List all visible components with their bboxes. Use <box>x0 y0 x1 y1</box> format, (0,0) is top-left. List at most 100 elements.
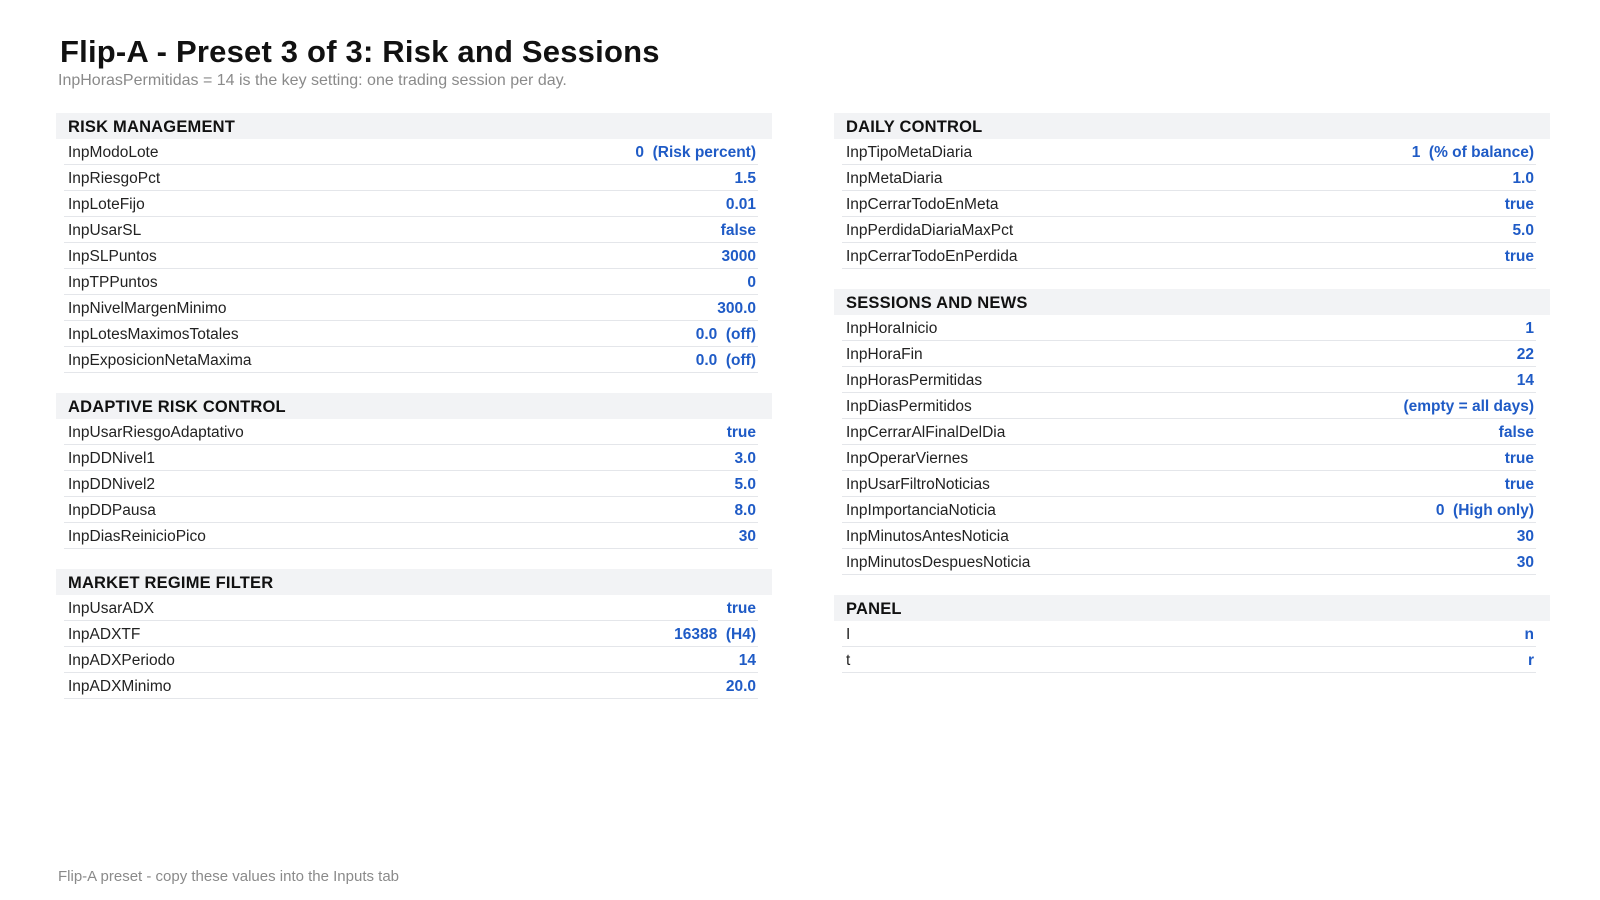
param-name: InpTPPuntos <box>68 274 158 291</box>
param-row: InpCerrarAlFinalDelDia false <box>842 419 1536 445</box>
param-value: 3.0 <box>734 450 756 467</box>
param-value: 30 <box>1516 554 1534 571</box>
param-row: InpCerrarTodoEnPerdida true <box>842 243 1536 269</box>
section-header: SESSIONS AND NEWS <box>834 289 1550 315</box>
param-name: InpOperarViernes <box>846 450 969 467</box>
param-row: InpTipoMetaDiaria 1 (% of balance) <box>842 139 1536 165</box>
param-row: InpADXMinimo 20.0 <box>64 673 758 699</box>
param-value: false <box>1498 424 1534 441</box>
param-name: InpDDNivel1 <box>68 450 156 467</box>
param-value: 1 <box>1525 320 1534 337</box>
param-name: InpMetaDiaria <box>846 170 943 187</box>
param-value: 0 <box>747 274 756 291</box>
param-row: InpDiasPermitidos (empty = all days) <box>842 393 1536 419</box>
param-row: InpUsarFiltroNoticias true <box>842 471 1536 497</box>
param-name: InpTipoMetaDiaria <box>846 144 973 161</box>
param-row: InpCerrarTodoEnMeta true <box>842 191 1536 217</box>
param-row: InpUsarRiesgoAdaptativo true <box>64 419 758 445</box>
param-name: InpCerrarTodoEnPerdida <box>846 248 1018 265</box>
param-value: 22 <box>1516 346 1534 363</box>
param-row: InpNivelMargenMinimo 300.0 <box>64 295 758 321</box>
param-name: InpCerrarTodoEnMeta <box>846 196 999 213</box>
param-row: InpModoLote 0 (Risk percent) <box>64 139 758 165</box>
section-market-regime-filter: MARKET REGIME FILTER InpUsarADX true InpADX… <box>56 569 772 699</box>
section-sessions-and-news: SESSIONS AND NEWS InpHoraInicio 1 InpHoraFi… <box>834 289 1550 575</box>
param-name: InpHoraFin <box>846 346 923 363</box>
param-value: false <box>720 222 756 239</box>
param-name: InpUsarFiltroNoticias <box>846 476 990 493</box>
param-name: InpMinutosAntesNoticia <box>846 528 1009 545</box>
param-value: 300.0 <box>717 300 756 317</box>
param-row: InpRiesgoPct 1.5 <box>64 165 758 191</box>
param-row: InpADXTF 16388 (H4) <box>64 621 758 647</box>
param-name: InpADXTF <box>68 626 141 643</box>
param-value: 8.0 <box>734 502 756 519</box>
param-row: InpUsarSL false <box>64 217 758 243</box>
param-value: 5.0 <box>734 476 756 493</box>
param-value: r <box>1527 652 1534 669</box>
param-value: true <box>1504 248 1534 265</box>
param-name: InpHorasPermitidas <box>846 372 983 389</box>
param-value: 14 <box>1516 372 1534 389</box>
section-header: DAILY CONTROL <box>834 113 1550 139</box>
param-name: InpPerdidaDiariaMaxPct <box>846 222 1014 239</box>
page-title: Flip-A - Preset 3 of 3: Risk and Session… <box>60 34 660 69</box>
param-row: InpLoteFijo 0.01 <box>64 191 758 217</box>
param-name: InpRiesgoPct <box>68 170 161 187</box>
left-column: RISK MANAGEMENT InpModoLote 0 (Risk percen… <box>56 113 772 719</box>
section-header: PANEL <box>834 595 1550 621</box>
param-value: 16388 (H4) <box>674 626 756 643</box>
section-header: MARKET REGIME FILTER <box>56 569 772 595</box>
right-column: DAILY CONTROL InpTipoMetaDiaria 1 (% of ba… <box>834 113 1550 693</box>
param-name: InpSLPuntos <box>68 248 157 265</box>
param-name: InpLoteFijo <box>68 196 145 213</box>
param-value: 1.0 <box>1512 170 1534 187</box>
param-row: InpDDNivel2 5.0 <box>64 471 758 497</box>
section-header: RISK MANAGEMENT <box>56 113 772 139</box>
param-value: true <box>1504 450 1534 467</box>
param-name: InpUsarSL <box>68 222 142 239</box>
param-value: true <box>726 600 756 617</box>
param-name: InpADXMinimo <box>68 678 172 695</box>
param-value: true <box>1504 196 1534 213</box>
param-name: InpExposicionNetaMaxima <box>68 352 252 369</box>
param-row: InpDiasReinicioPico 30 <box>64 523 758 549</box>
param-name: InpDiasReinicioPico <box>68 528 206 545</box>
param-row: InpOperarViernes true <box>842 445 1536 471</box>
param-row: InpMetaDiaria 1.0 <box>842 165 1536 191</box>
param-name: InpDDPausa <box>68 502 156 519</box>
param-value: 0.0 (off) <box>695 352 756 369</box>
page-subtitle: InpHorasPermitidas = 14 is the key setti… <box>58 72 567 89</box>
param-name: I <box>846 626 851 643</box>
section-risk-management: RISK MANAGEMENT InpModoLote 0 (Risk percen… <box>56 113 772 373</box>
param-value: n <box>1524 626 1534 643</box>
param-row: InpTPPuntos 0 <box>64 269 758 295</box>
param-value: (empty = all days) <box>1403 398 1534 415</box>
param-row: InpSLPuntos 3000 <box>64 243 758 269</box>
param-name: InpNivelMargenMinimo <box>68 300 227 317</box>
param-value: 30 <box>738 528 756 545</box>
param-value: 0.0 (off) <box>695 326 756 343</box>
param-name: InpADXPeriodo <box>68 652 175 669</box>
param-value: 20.0 <box>725 678 756 695</box>
section-header: ADAPTIVE RISK CONTROL <box>56 393 772 419</box>
param-name: InpMinutosDespuesNoticia <box>846 554 1031 571</box>
footer-note: Flip-A preset - copy these values into t… <box>58 868 400 885</box>
param-value: 0.01 <box>725 196 756 213</box>
param-value: 0 (Risk percent) <box>635 144 756 161</box>
param-row: InpHoraFin 22 <box>842 341 1536 367</box>
param-name: InpDiasPermitidos <box>846 398 972 415</box>
param-value: 30 <box>1516 528 1534 545</box>
param-row: InpADXPeriodo 14 <box>64 647 758 673</box>
param-row: InpImportanciaNoticia 0 (High only) <box>842 497 1536 523</box>
param-name: InpCerrarAlFinalDelDia <box>846 424 1006 441</box>
param-row: InpDDNivel1 3.0 <box>64 445 758 471</box>
section-adaptive-risk-control: ADAPTIVE RISK CONTROL InpUsarRiesgoAdapta… <box>56 393 772 549</box>
param-name: InpUsarADX <box>68 600 155 617</box>
param-row: InpUsarADX true <box>64 595 758 621</box>
param-name: InpUsarRiesgoAdaptativo <box>68 424 244 441</box>
param-row: InpHoraInicio 1 <box>842 315 1536 341</box>
param-name: InpDDNivel2 <box>68 476 156 493</box>
param-name: t <box>846 652 851 669</box>
param-row: InpLotesMaximosTotales 0.0 (off) <box>64 321 758 347</box>
